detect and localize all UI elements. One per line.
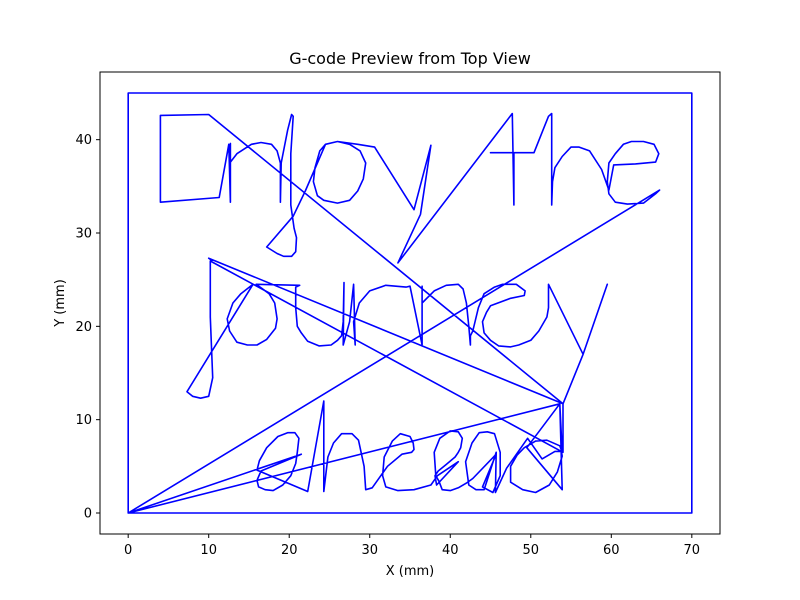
x-tick-label: 60 bbox=[603, 543, 620, 558]
x-tick-label: 10 bbox=[200, 543, 217, 558]
x-tick-label: 70 bbox=[684, 543, 701, 558]
y-tick-label: 20 bbox=[75, 320, 92, 335]
y-tick-label: 40 bbox=[75, 133, 92, 148]
x-axis-label: X (mm) bbox=[386, 564, 435, 579]
y-tick-label: 0 bbox=[84, 507, 92, 522]
x-tick-label: 20 bbox=[281, 543, 298, 558]
chart-background bbox=[0, 0, 800, 600]
x-tick-label: 50 bbox=[523, 543, 540, 558]
x-tick-label: 30 bbox=[361, 543, 378, 558]
y-tick-label: 30 bbox=[75, 227, 92, 242]
y-tick-label: 10 bbox=[75, 413, 92, 428]
x-tick-label: 0 bbox=[124, 543, 132, 558]
y-axis-label: Y (mm) bbox=[53, 279, 68, 328]
chart-svg: G-code Preview from Top View 0 10 20 30 40 50… bbox=[0, 0, 800, 600]
chart-title: G-code Preview from Top View bbox=[289, 49, 531, 68]
x-tick-label: 40 bbox=[442, 543, 459, 558]
